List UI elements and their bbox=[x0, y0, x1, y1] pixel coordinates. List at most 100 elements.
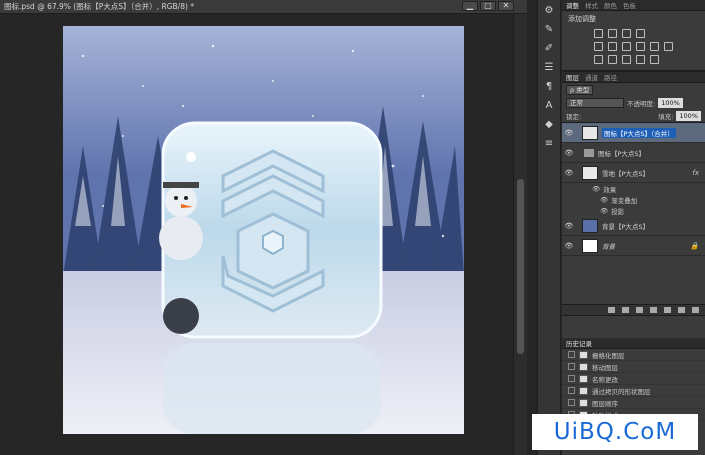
layer-item[interactable]: 👁 背景【P大点S】 bbox=[562, 216, 705, 236]
tab-color[interactable]: 颜色 bbox=[604, 0, 617, 10]
gear-icon[interactable]: ⚙ bbox=[540, 3, 558, 19]
layer-name[interactable]: 雪地【P大点S】 bbox=[602, 168, 649, 178]
history-item[interactable]: 移动图层 bbox=[562, 361, 705, 373]
fill-input[interactable]: 100% bbox=[676, 110, 701, 121]
history-item[interactable]: 名称更改 bbox=[562, 373, 705, 385]
selective-color-icon[interactable] bbox=[650, 55, 659, 64]
exposure-icon[interactable] bbox=[636, 29, 645, 38]
brush-icon[interactable]: ✐ bbox=[540, 41, 558, 57]
trash-icon[interactable] bbox=[692, 307, 699, 313]
lock-icon: 🔒 bbox=[690, 241, 699, 250]
curves-icon[interactable] bbox=[622, 29, 631, 38]
history-state-icon bbox=[579, 386, 588, 395]
close-button[interactable]: ✕ bbox=[498, 1, 514, 11]
hue-icon[interactable] bbox=[608, 42, 617, 51]
tab-layers[interactable]: 图层 bbox=[566, 72, 579, 82]
eye-icon[interactable]: 👁 bbox=[600, 207, 608, 215]
fx-button-icon[interactable] bbox=[622, 307, 629, 313]
layer-item[interactable]: 👁 图标【P大点S】 bbox=[562, 143, 705, 163]
eye-icon[interactable]: 👁 bbox=[562, 149, 576, 157]
maximize-button[interactable]: ▢ bbox=[480, 1, 496, 11]
checkbox-icon[interactable] bbox=[568, 375, 575, 382]
checkbox-icon[interactable] bbox=[568, 351, 575, 358]
history-tabs: 历史记录 bbox=[562, 338, 705, 349]
filter-kind-select[interactable]: ρ 类型 bbox=[566, 84, 594, 95]
blend-row: 正常 不透明度: 100% bbox=[562, 96, 705, 109]
group-icon[interactable] bbox=[664, 307, 671, 313]
eye-icon[interactable]: 👁 bbox=[562, 242, 576, 250]
layer-name[interactable]: 图标【P大点S】 bbox=[598, 148, 645, 158]
eye-icon[interactable]: 👁 bbox=[600, 196, 608, 204]
layers-empty-area bbox=[562, 256, 705, 304]
opacity-label: 不透明度: bbox=[627, 99, 656, 108]
mask-icon[interactable] bbox=[636, 307, 643, 313]
folder-icon bbox=[584, 148, 594, 157]
adjust-title: 添加调整 bbox=[568, 15, 596, 23]
watermark: UiBQ.CoM bbox=[532, 414, 698, 450]
checkbox-icon[interactable] bbox=[568, 387, 575, 394]
checkbox-icon[interactable] bbox=[568, 363, 575, 370]
document-canvas[interactable] bbox=[63, 26, 464, 434]
document-title: 图标.psd @ 67.9% (图标【P大点S】（合并）, RGB/8) * bbox=[4, 2, 195, 11]
threshold-icon[interactable] bbox=[622, 55, 631, 64]
history-item[interactable]: 通过拷贝的形状图层 bbox=[562, 385, 705, 397]
balance-icon[interactable] bbox=[622, 42, 631, 51]
layer-name[interactable]: 背景 bbox=[602, 241, 615, 251]
checkbox-icon[interactable] bbox=[568, 399, 575, 406]
layer-name[interactable]: 图标【P大点S】（合并） bbox=[602, 127, 676, 138]
eye-icon[interactable]: 👁 bbox=[562, 169, 576, 177]
history-state-icon bbox=[579, 362, 588, 371]
pen-icon[interactable]: ✎ bbox=[540, 22, 558, 38]
layer-item[interactable]: 👁 图标【P大点S】（合并） bbox=[562, 123, 705, 143]
history-item[interactable]: 图层顺序 bbox=[562, 397, 705, 409]
eye-icon[interactable]: 👁 bbox=[562, 129, 576, 137]
adjust-row-3 bbox=[562, 53, 705, 66]
history-label: 通过拷贝的形状图层 bbox=[592, 387, 651, 396]
options-icon[interactable]: ≡ bbox=[540, 136, 558, 152]
new-layer-icon[interactable] bbox=[678, 307, 685, 313]
layer-item[interactable]: 👁 雪地【P大点S】 fx bbox=[562, 163, 705, 183]
invert-icon[interactable] bbox=[594, 55, 603, 64]
eye-icon[interactable]: 👁 bbox=[562, 222, 576, 230]
tab-styles[interactable]: 样式 bbox=[585, 0, 598, 10]
effect-name: 投影 bbox=[611, 207, 625, 216]
tab-history[interactable]: 历史记录 bbox=[566, 338, 592, 348]
effect-item[interactable]: 👁 投影 bbox=[562, 205, 705, 216]
tab-adjust[interactable]: 调整 bbox=[566, 0, 579, 10]
adjustment-icon[interactable] bbox=[650, 307, 657, 313]
adjust-row-1 bbox=[562, 27, 705, 40]
filter-row: ρ 类型 bbox=[562, 83, 705, 96]
layer-thumbnail bbox=[582, 125, 598, 140]
fx-icon[interactable]: fx bbox=[692, 169, 699, 177]
tab-channels[interactable]: 通道 bbox=[585, 72, 598, 82]
history-state-icon bbox=[579, 374, 588, 383]
eye-icon[interactable]: 👁 bbox=[592, 185, 600, 193]
history-item[interactable]: 栅格化图层 bbox=[562, 349, 705, 361]
blend-mode-select[interactable]: 正常 bbox=[566, 97, 624, 108]
vertical-scrollbar[interactable] bbox=[513, 14, 527, 455]
text-icon[interactable]: A bbox=[540, 98, 558, 114]
brightness-icon[interactable] bbox=[594, 29, 603, 38]
layer-item[interactable]: 👁 背景 🔒 bbox=[562, 236, 705, 256]
gradient-map-icon[interactable] bbox=[636, 55, 645, 64]
opacity-input[interactable]: 100% bbox=[658, 97, 683, 108]
vibrance-icon[interactable] bbox=[594, 42, 603, 51]
posterize-icon[interactable] bbox=[608, 55, 617, 64]
tab-swatches[interactable]: 色板 bbox=[623, 0, 636, 10]
minimize-button[interactable]: ▁ bbox=[462, 1, 478, 11]
layer-name[interactable]: 背景【P大点S】 bbox=[602, 221, 649, 231]
link-icon[interactable] bbox=[608, 307, 615, 313]
document-tab[interactable]: 图标.psd @ 67.9% (图标【P大点S】（合并）, RGB/8) * bbox=[0, 0, 530, 14]
tab-paths[interactable]: 路径 bbox=[604, 72, 617, 82]
sliders-icon[interactable]: ☰ bbox=[540, 60, 558, 76]
cube-icon[interactable]: ◆ bbox=[540, 117, 558, 133]
fill-label: 填充: bbox=[658, 112, 674, 121]
effect-item[interactable]: 👁 渐变叠加 bbox=[562, 194, 705, 205]
panel-icon-strip: ⚙ ✎ ✐ ☰ ¶ A ◆ ≡ bbox=[537, 0, 561, 455]
paragraph-icon[interactable]: ¶ bbox=[540, 79, 558, 95]
bw-icon[interactable] bbox=[636, 42, 645, 51]
levels-icon[interactable] bbox=[608, 29, 617, 38]
mixer-icon[interactable] bbox=[664, 42, 673, 51]
photo-filter-icon[interactable] bbox=[650, 42, 659, 51]
scroll-thumb[interactable] bbox=[517, 179, 524, 354]
